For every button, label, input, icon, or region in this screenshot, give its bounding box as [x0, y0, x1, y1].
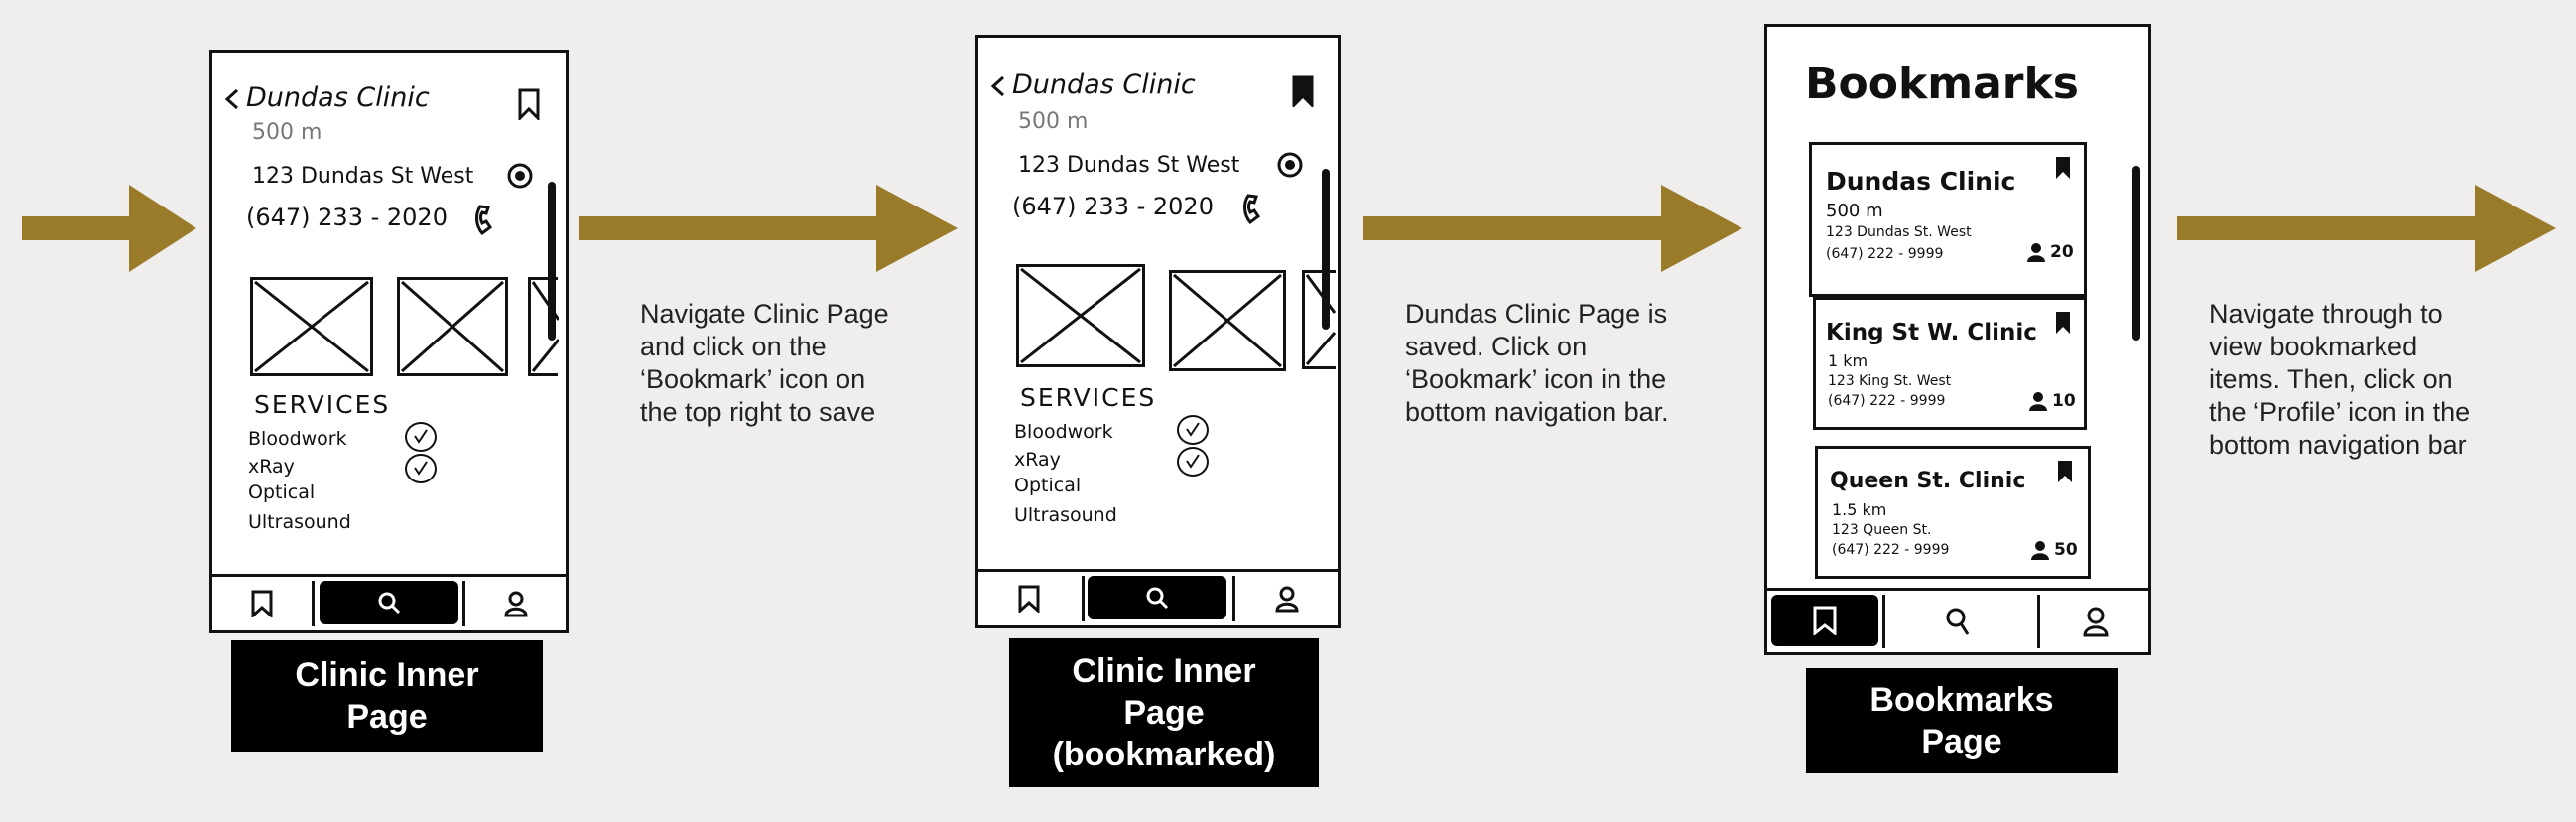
caption-bookmarks-page: Bookmarks Page	[1806, 668, 2118, 773]
bottom-navigation-bar	[978, 569, 1338, 625]
clinic-image-placeholder	[1016, 264, 1145, 367]
card-clinic-name: Queen St. Clinic	[1830, 469, 2026, 493]
bookmark-icon[interactable]	[1813, 606, 1837, 635]
back-chevron-icon[interactable]	[990, 75, 1006, 97]
phone-bookmarks-page: Bookmarks Dundas Clinic 500 m 123 Dundas…	[1764, 24, 2151, 655]
location-icon[interactable]	[1276, 151, 1304, 179]
page-title: Bookmarks	[1805, 59, 2079, 109]
scrollbar[interactable]	[2132, 166, 2140, 341]
nav-bookmark[interactable]	[1771, 595, 1878, 646]
clinic-phone: (647) 233 - 2020	[246, 204, 448, 231]
phone-clinic-inner-page-bookmarked: Dundas Clinic 500 m 123 Dundas St West (…	[975, 35, 1341, 628]
search-icon[interactable]	[376, 590, 402, 616]
nav-bookmark[interactable]	[978, 572, 1080, 625]
nav-profile[interactable]	[466, 577, 566, 630]
search-icon[interactable]	[1144, 585, 1170, 611]
service-item: Bloodwork	[248, 428, 347, 450]
clinic-phone: (647) 233 - 2020	[1012, 193, 1214, 220]
services-heading: SERVICES	[254, 390, 391, 419]
clinic-title: Dundas Clinic	[246, 82, 430, 113]
service-item: Optical	[1014, 475, 1082, 496]
bottom-navigation-bar	[1767, 588, 2148, 652]
card-distance: 1.5 km	[1832, 500, 1887, 519]
nav-profile[interactable]	[1236, 572, 1338, 625]
step-description: Dundas Clinic Page is saved. Click on ‘B…	[1405, 299, 1669, 427]
card-address: 123 Queen St.	[1832, 522, 1932, 538]
profile-icon[interactable]	[503, 590, 529, 617]
nav-search[interactable]	[320, 581, 458, 624]
bookmark-filled-icon[interactable]	[2054, 155, 2072, 181]
card-count: 10	[2052, 391, 2076, 411]
check-icon	[1177, 415, 1209, 445]
step-description: Navigate through to view bookmarked item…	[2209, 299, 2471, 460]
check-icon	[1177, 447, 1209, 477]
clinic-address: 123 Dundas St West	[1018, 153, 1240, 178]
service-item: Ultrasound	[1014, 504, 1117, 526]
step-description: Navigate Clinic Page and click on the ‘B…	[640, 299, 889, 427]
phone-icon[interactable]	[472, 204, 500, 237]
person-icon	[2031, 541, 2049, 560]
card-distance: 1 km	[1828, 351, 1868, 370]
clinic-title: Dundas Clinic	[1012, 69, 1196, 100]
bookmark-icon[interactable]	[1018, 585, 1040, 613]
caption-clinic-inner-page-bookmarked: Clinic Inner Page (bookmarked)	[1009, 638, 1319, 787]
phone-icon[interactable]	[1240, 193, 1268, 226]
card-clinic-name: Dundas Clinic	[1826, 167, 2016, 196]
services-heading: SERVICES	[1020, 383, 1157, 412]
profile-icon[interactable]	[1274, 585, 1300, 613]
check-icon	[405, 422, 437, 452]
flow-arrow-3	[1363, 185, 1742, 272]
location-icon[interactable]	[506, 162, 534, 190]
card-count: 20	[2050, 242, 2074, 262]
clinic-distance: 500 m	[1018, 109, 1089, 134]
bottom-navigation-bar	[212, 574, 566, 630]
clinic-image-placeholder	[397, 277, 508, 376]
search-icon[interactable]	[1944, 607, 1972, 636]
bookmark-card[interactable]: Dundas Clinic 500 m 123 Dundas St. West …	[1809, 142, 2087, 297]
nav-profile[interactable]	[2043, 591, 2148, 652]
clinic-image-placeholder	[250, 277, 373, 376]
card-phone: (647) 222 - 9999	[1832, 542, 1950, 558]
service-item: Optical	[248, 481, 316, 503]
person-icon	[2029, 392, 2047, 411]
service-item: xRay	[1014, 449, 1061, 471]
clinic-distance: 500 m	[252, 120, 322, 145]
clinic-image-placeholder	[528, 277, 559, 376]
bookmark-filled-icon[interactable]	[2056, 459, 2074, 484]
nav-search[interactable]	[1888, 591, 2027, 652]
caption-clinic-inner-page: Clinic Inner Page	[231, 640, 543, 752]
nav-search[interactable]	[1088, 576, 1226, 619]
service-item: xRay	[248, 456, 295, 478]
flow-arrow-4	[2177, 185, 2556, 272]
card-phone: (647) 222 - 9999	[1826, 246, 1944, 262]
bookmark-filled-icon[interactable]	[1292, 75, 1314, 107]
service-item: Bloodwork	[1014, 421, 1113, 443]
card-count: 50	[2054, 540, 2078, 560]
profile-icon[interactable]	[2082, 606, 2110, 637]
bookmark-card[interactable]: King St W. Clinic 1 km 123 King St. West…	[1813, 297, 2087, 430]
service-item: Ultrasound	[248, 511, 351, 533]
clinic-image-placeholder	[1302, 270, 1337, 369]
card-address: 123 Dundas St. West	[1826, 224, 1972, 240]
back-chevron-icon[interactable]	[224, 88, 240, 110]
bookmark-card[interactable]: Queen St. Clinic 1.5 km 123 Queen St. (6…	[1815, 446, 2091, 579]
card-distance: 500 m	[1826, 201, 1883, 221]
card-address: 123 King St. West	[1828, 373, 1952, 389]
nav-bookmark[interactable]	[212, 577, 312, 630]
clinic-address: 123 Dundas St West	[252, 164, 474, 189]
bookmark-icon[interactable]	[518, 88, 540, 120]
card-clinic-name: King St W. Clinic	[1826, 320, 2037, 345]
phone-clinic-inner-page: Dundas Clinic 500 m 123 Dundas St West (…	[209, 50, 569, 633]
person-icon	[2027, 243, 2045, 262]
card-phone: (647) 222 - 9999	[1828, 393, 1946, 409]
clinic-image-placeholder	[1169, 270, 1286, 371]
flow-arrow-1	[22, 185, 196, 272]
bookmark-filled-icon[interactable]	[2054, 310, 2072, 336]
check-icon	[405, 454, 437, 483]
flow-arrow-2	[579, 185, 958, 272]
bookmark-icon[interactable]	[251, 590, 273, 617]
